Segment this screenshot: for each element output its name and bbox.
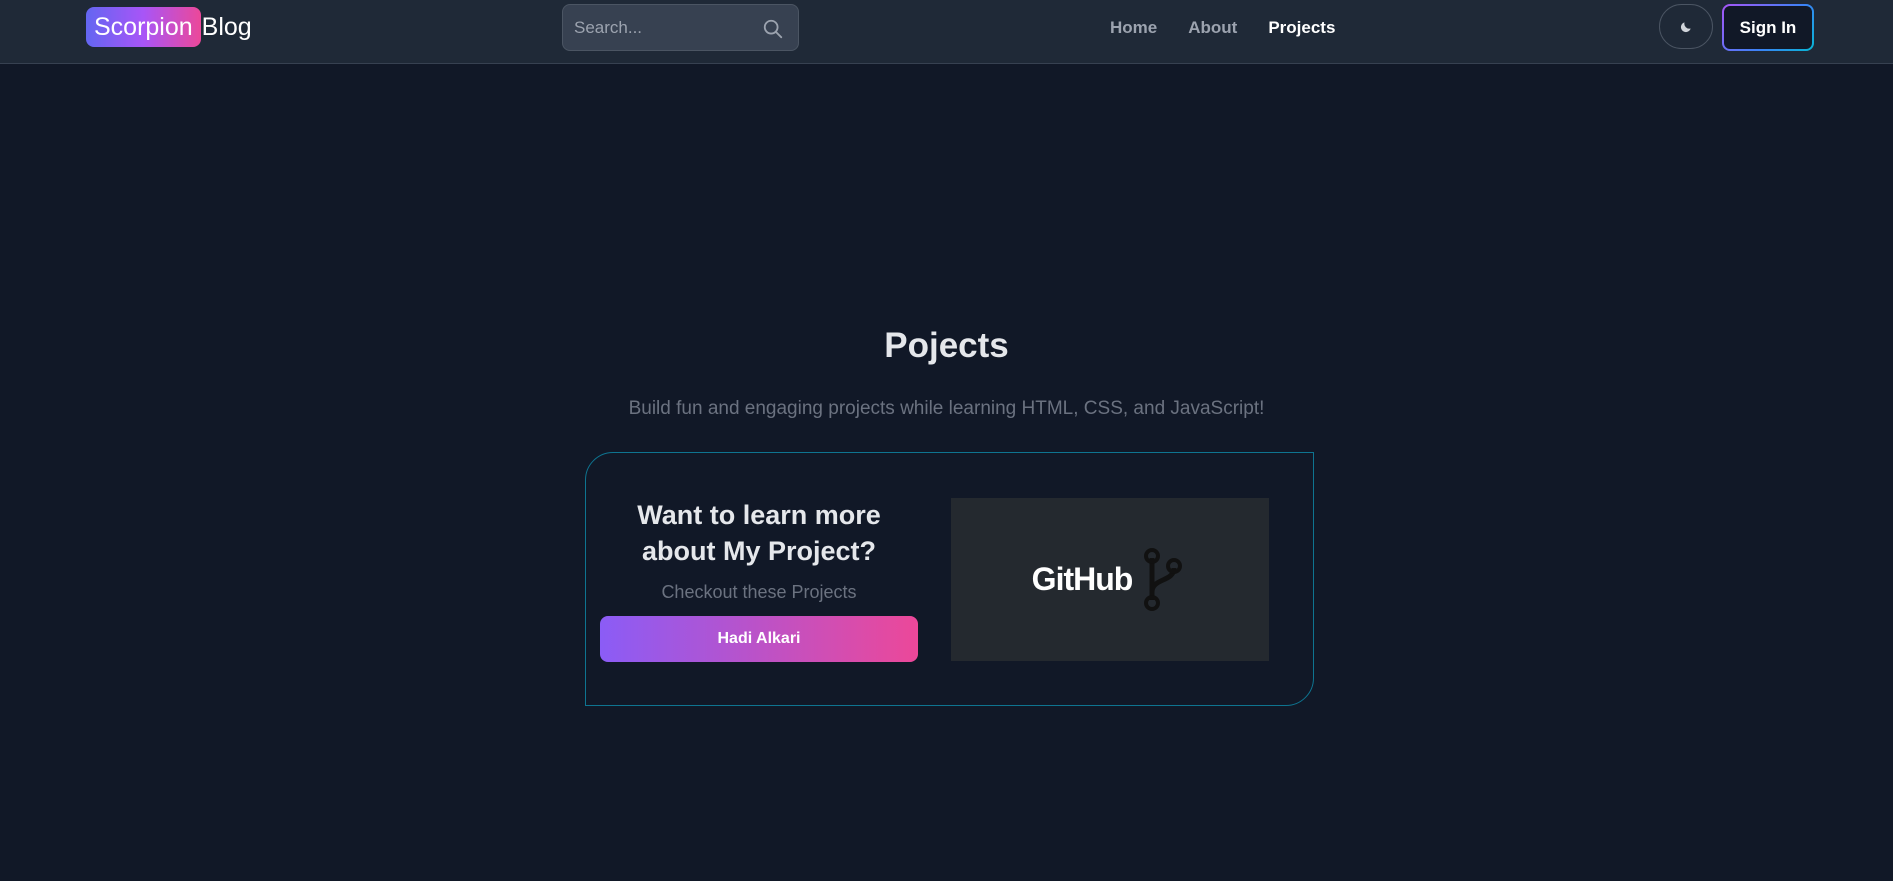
- sign-in-label: Sign In: [1724, 6, 1812, 49]
- nav-about[interactable]: About: [1188, 16, 1237, 40]
- card-text: Want to learn more about My Project? Che…: [600, 497, 918, 603]
- brand-text: Blog: [201, 12, 252, 41]
- navbar: Scorpion Blog Home About Projects Sign I…: [0, 0, 1893, 64]
- brand-badge: Scorpion: [86, 7, 201, 47]
- nav-home[interactable]: Home: [1110, 16, 1157, 40]
- search-input[interactable]: [563, 5, 753, 50]
- nav-projects[interactable]: Projects: [1268, 16, 1335, 40]
- main-nav: Home About Projects: [1110, 16, 1366, 40]
- brand-logo[interactable]: Scorpion Blog: [86, 7, 252, 47]
- card-subheading: Checkout these Projects: [661, 582, 857, 602]
- project-author-button[interactable]: Hadi Alkari: [600, 616, 918, 662]
- search-box: [562, 4, 799, 51]
- card-heading: Want to learn more about My Project?: [637, 500, 881, 566]
- project-card: Want to learn more about My Project? Che…: [585, 452, 1314, 706]
- github-wordmark: GitHub: [1031, 561, 1134, 597]
- theme-toggle-button[interactable]: [1659, 4, 1713, 49]
- page-title: Pojects: [884, 326, 1009, 365]
- sign-in-button[interactable]: Sign In: [1722, 4, 1814, 51]
- git-branch-icon: [1144, 547, 1183, 611]
- moon-icon: [1680, 21, 1691, 32]
- github-image: GitHub: [951, 498, 1269, 661]
- page-subtitle: Build fun and engaging projects while le…: [628, 398, 1265, 419]
- search-icon[interactable]: [762, 18, 784, 40]
